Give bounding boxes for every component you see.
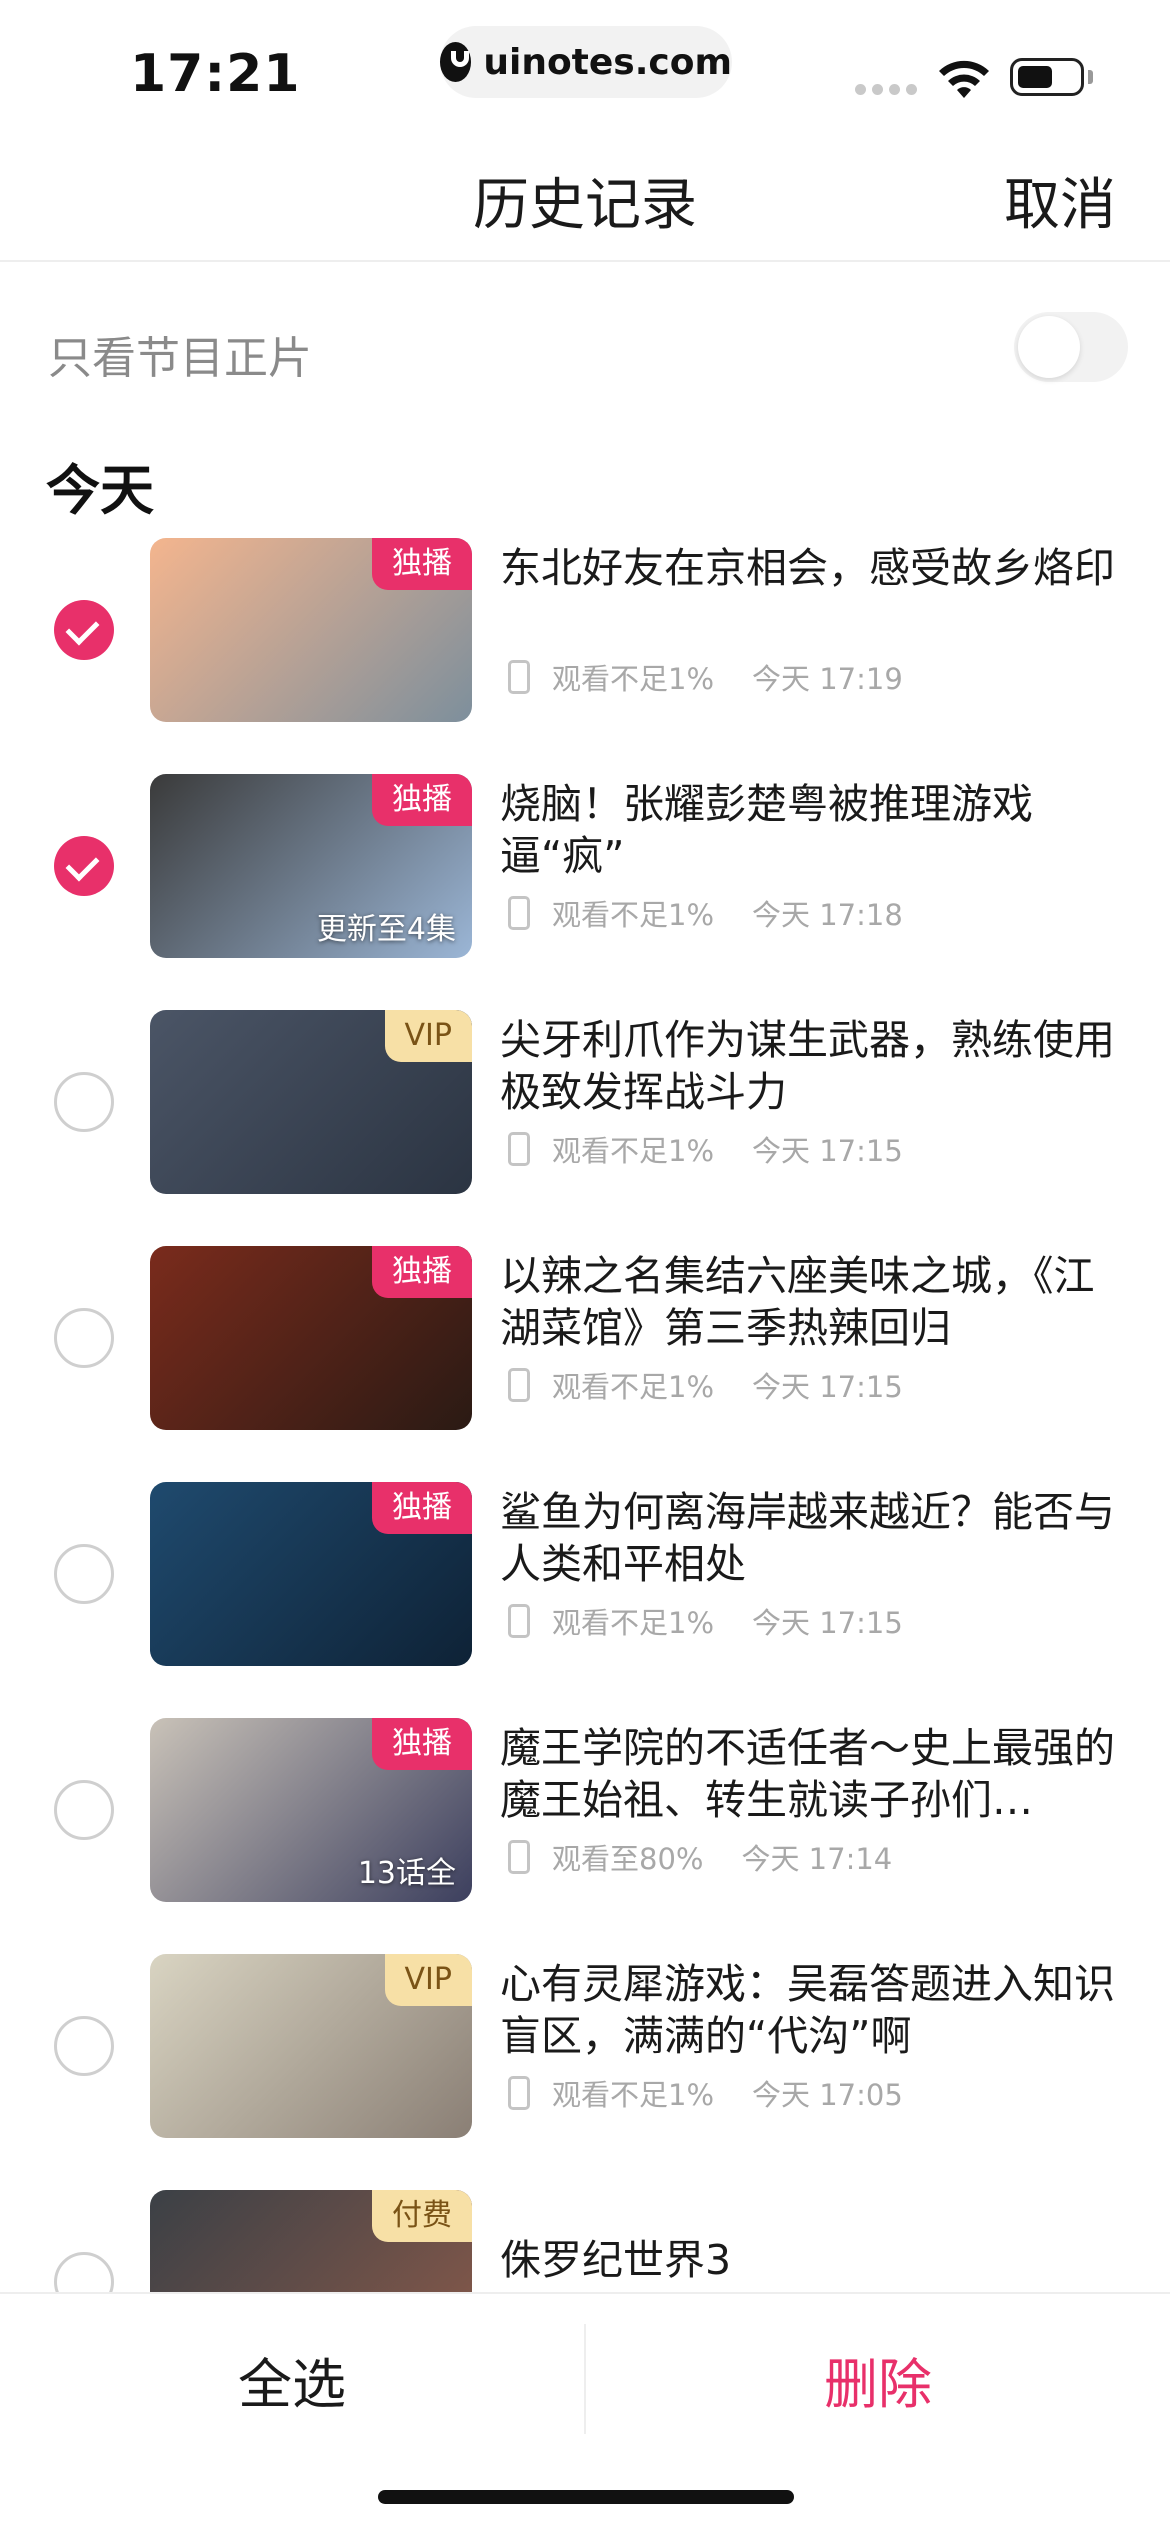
- watch-time: 今天 17:15: [752, 1606, 903, 1640]
- item-title[interactable]: 东北好友在京相会，感受故乡烙印: [500, 542, 1118, 594]
- cancel-button[interactable]: 取消: [1004, 160, 1116, 241]
- item-checkbox[interactable]: [54, 1072, 114, 1132]
- history-list[interactable]: 独播 东北好友在京相会，感受故乡烙印 观看不足1% 今天 17:19 独播 更新…: [0, 538, 1170, 2292]
- filter-row: 只看节目正片: [0, 300, 1170, 400]
- video-thumbnail[interactable]: 独播: [150, 1482, 472, 1666]
- item-meta: 观看至80% 今天 17:14: [508, 1836, 892, 1878]
- phone-device-icon: [508, 1368, 530, 1402]
- nav-bar: 历史记录 取消: [0, 130, 1170, 262]
- cellular-signal-icon: [855, 84, 917, 95]
- watch-time: 今天 17:19: [752, 662, 903, 696]
- history-item[interactable]: 独播 东北好友在京相会，感受故乡烙印 观看不足1% 今天 17:19: [0, 538, 1170, 722]
- item-checkbox[interactable]: [54, 2016, 114, 2076]
- watch-progress: 观看不足1%: [552, 1134, 715, 1168]
- video-thumbnail[interactable]: 独播 更新至4集: [150, 774, 472, 958]
- site-logo-icon: [440, 42, 472, 82]
- item-title[interactable]: 心有灵犀游戏：吴磊答题进入知识盲区，满满的“代沟”啊: [500, 1958, 1118, 2062]
- badge-label: 独播: [372, 1482, 472, 1534]
- item-title[interactable]: 魔王学院的不适任者～史上最强的魔王始祖、转生就读子孙们…: [500, 1722, 1118, 1826]
- status-bar: 17:21 uinotes.com: [0, 0, 1170, 130]
- badge-label: 付费: [372, 2190, 472, 2242]
- thumbnail-caption: 更新至4集: [316, 912, 456, 947]
- phone-device-icon: [508, 896, 530, 930]
- item-meta: 观看不足1% 今天 17:18: [508, 892, 903, 934]
- status-time: 17:21: [130, 44, 301, 104]
- item-title[interactable]: 尖牙利爪作为谋生武器，熟练使用极致发挥战斗力: [500, 1014, 1118, 1118]
- item-checkbox[interactable]: [54, 1544, 114, 1604]
- watch-time: 今天 17:15: [752, 1370, 903, 1404]
- badge-label: VIP: [384, 1010, 472, 1062]
- phone-device-icon: [508, 1132, 530, 1166]
- history-item[interactable]: 付费 侏罗纪世界3: [0, 2190, 1170, 2292]
- page-title: 历史记录: [473, 173, 697, 238]
- video-thumbnail[interactable]: 付费: [150, 2190, 472, 2292]
- video-thumbnail[interactable]: 独播: [150, 538, 472, 722]
- item-checkbox[interactable]: [54, 1308, 114, 1368]
- select-all-button[interactable]: 全选: [0, 2294, 584, 2464]
- phone-device-icon: [508, 2076, 530, 2110]
- item-meta: 观看不足1% 今天 17:19: [508, 656, 903, 698]
- url-text: uinotes.com: [483, 41, 732, 83]
- url-pill[interactable]: uinotes.com: [440, 26, 732, 98]
- watch-progress: 观看不足1%: [552, 898, 715, 932]
- history-item[interactable]: VIP 尖牙利爪作为谋生武器，熟练使用极致发挥战斗力 观看不足1% 今天 17:…: [0, 1010, 1170, 1194]
- toggle-knob: [1018, 316, 1080, 378]
- watch-progress: 观看不足1%: [552, 1606, 715, 1640]
- item-meta: 观看不足1% 今天 17:15: [508, 1364, 903, 1406]
- filter-label: 只看节目正片: [48, 333, 312, 384]
- section-title-today: 今天: [46, 459, 154, 522]
- video-thumbnail[interactable]: 独播 13话全: [150, 1718, 472, 1902]
- phone-device-icon: [508, 1604, 530, 1638]
- battery-icon: [1010, 58, 1084, 96]
- delete-button[interactable]: 删除: [586, 2294, 1170, 2464]
- watch-progress: 观看至80%: [552, 1842, 704, 1876]
- item-meta: 观看不足1% 今天 17:15: [508, 1600, 903, 1642]
- badge-label: 独播: [372, 1718, 472, 1770]
- badge-label: 独播: [372, 538, 472, 590]
- phone-device-icon: [508, 1840, 530, 1874]
- watch-progress: 观看不足1%: [552, 1370, 715, 1404]
- item-title[interactable]: 侏罗纪世界3: [500, 2234, 1118, 2286]
- wifi-icon: [939, 60, 989, 98]
- phone-device-icon: [508, 660, 530, 694]
- watch-time: 今天 17:18: [752, 898, 903, 932]
- history-item[interactable]: 独播 13话全 魔王学院的不适任者～史上最强的魔王始祖、转生就读子孙们… 观看至…: [0, 1718, 1170, 1902]
- history-item[interactable]: 独播 鲨鱼为何离海岸越来越近？能否与人类和平相处 观看不足1% 今天 17:15: [0, 1482, 1170, 1666]
- watch-time: 今天 17:05: [752, 2078, 903, 2112]
- item-checkbox[interactable]: [54, 836, 114, 896]
- thumbnail-caption: 13话全: [357, 1856, 456, 1891]
- battery-cap: [1088, 70, 1093, 84]
- history-item[interactable]: VIP 心有灵犀游戏：吴磊答题进入知识盲区，满满的“代沟”啊 观看不足1% 今天…: [0, 1954, 1170, 2138]
- only-main-episodes-toggle[interactable]: [1014, 312, 1128, 382]
- watch-time: 今天 17:15: [752, 1134, 903, 1168]
- watch-progress: 观看不足1%: [552, 662, 715, 696]
- badge-label: 独播: [372, 1246, 472, 1298]
- item-checkbox[interactable]: [54, 2252, 114, 2292]
- history-item[interactable]: 独播 以辣之名集结六座美味之城，《江湖菜馆》第三季热辣回归 观看不足1% 今天 …: [0, 1246, 1170, 1430]
- badge-label: 独播: [372, 774, 472, 826]
- item-checkbox[interactable]: [54, 600, 114, 660]
- video-thumbnail[interactable]: VIP: [150, 1954, 472, 2138]
- item-meta: 观看不足1% 今天 17:15: [508, 1128, 903, 1170]
- video-thumbnail[interactable]: 独播: [150, 1246, 472, 1430]
- item-title[interactable]: 以辣之名集结六座美味之城，《江湖菜馆》第三季热辣回归: [500, 1250, 1118, 1354]
- video-thumbnail[interactable]: VIP: [150, 1010, 472, 1194]
- home-indicator: [378, 2490, 794, 2504]
- item-title[interactable]: 鲨鱼为何离海岸越来越近？能否与人类和平相处: [500, 1486, 1118, 1590]
- item-title[interactable]: 烧脑！张耀彭楚粤被推理游戏逼“疯”: [500, 778, 1118, 882]
- watch-progress: 观看不足1%: [552, 2078, 715, 2112]
- badge-label: VIP: [384, 1954, 472, 2006]
- item-meta: 观看不足1% 今天 17:05: [508, 2072, 903, 2114]
- item-checkbox[interactable]: [54, 1780, 114, 1840]
- watch-time: 今天 17:14: [741, 1842, 893, 1876]
- history-item[interactable]: 独播 更新至4集 烧脑！张耀彭楚粤被推理游戏逼“疯” 观看不足1% 今天 17:…: [0, 774, 1170, 958]
